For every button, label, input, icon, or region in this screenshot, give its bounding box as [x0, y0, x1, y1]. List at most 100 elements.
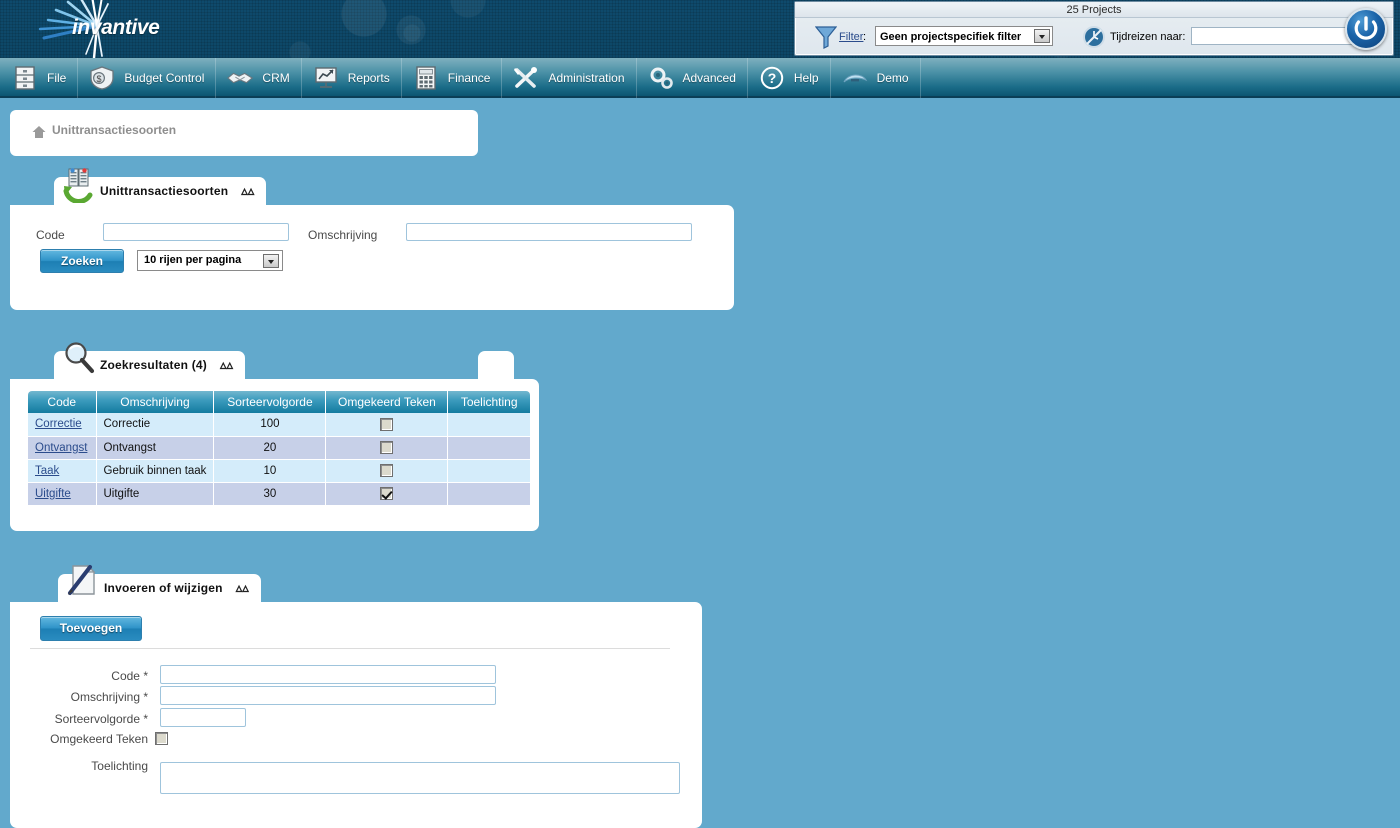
chevron-up-icon[interactable]: ▵▵	[220, 357, 233, 373]
cell-toelichting	[447, 413, 530, 437]
time-travel-clock-icon[interactable]	[1082, 25, 1106, 49]
project-filter-panel: 25 Projects Filter : Geen projectspecifi…	[794, 1, 1394, 56]
form-code-input[interactable]	[160, 665, 496, 684]
search-omschrijving-input[interactable]	[406, 223, 692, 241]
chevron-down-icon[interactable]	[1034, 29, 1050, 43]
presentation-chart-icon	[313, 65, 339, 91]
cabinet-icon	[12, 65, 38, 91]
form-toelichting-textarea[interactable]	[160, 762, 680, 794]
brand-logo[interactable]: invantive	[22, 0, 202, 58]
row-code-link[interactable]: Correctie	[35, 418, 82, 430]
cell-sorteervolgorde: 10	[213, 459, 327, 483]
svg-text:?: ?	[768, 70, 777, 86]
menu-item-help[interactable]: ? Help	[748, 58, 831, 98]
table-row: Correctie Correctie 100	[28, 413, 530, 437]
menu-item-label: CRM	[262, 71, 290, 85]
row-checkbox[interactable]	[380, 464, 394, 477]
menu-item-crm[interactable]: CRM	[216, 58, 302, 98]
search-panel-title: Unittransactiesoorten	[100, 184, 229, 198]
table-row: Ontvangst Ontvangst 20	[28, 436, 530, 460]
results-panel-tab[interactable]: Zoekresultaten (4) ▵▵	[54, 342, 246, 379]
timetravel-input[interactable]	[1191, 27, 1361, 45]
row-code-link[interactable]: Taak	[35, 465, 59, 477]
menu-item-label: Finance	[447, 71, 491, 85]
form-omschrijving-label: Omschrijving *	[70, 690, 148, 704]
breadcrumb-label[interactable]: Unittransactiesoorten	[52, 123, 176, 137]
project-count-title: 25 Projects	[795, 2, 1393, 18]
menu-item-budget-control[interactable]: $ Budget Control	[78, 58, 217, 98]
brand-name: invantive	[72, 16, 160, 39]
cell-omschrijving: Ontvangst	[96, 436, 215, 460]
funnel-icon	[815, 26, 837, 49]
top-banner: invantive 25 Projects Filter : Geen proj…	[0, 0, 1400, 58]
menu-item-demo[interactable]: Demo	[831, 58, 921, 98]
row-checkbox[interactable]	[380, 417, 394, 431]
form-omgekeerd-checkbox[interactable]	[155, 732, 168, 745]
document-pen-icon	[68, 564, 96, 595]
filter-colon: :	[863, 31, 867, 43]
power-icon	[1354, 16, 1378, 40]
tools-icon	[513, 65, 539, 91]
chevron-down-icon[interactable]	[263, 254, 279, 268]
power-button[interactable]	[1345, 8, 1387, 50]
cell-toelichting	[447, 482, 530, 506]
table-header-omgekeerd-teken[interactable]: Omgekeerd Teken	[325, 391, 449, 413]
menu-item-label: Advanced	[682, 71, 736, 85]
main-menu-bar: File $ Budget Control CRM Reports Finance Admi…	[0, 58, 1400, 98]
edit-panel-tab[interactable]: Invoeren of wijzigen ▵▵	[58, 564, 261, 602]
menu-item-administration[interactable]: Administration	[502, 58, 637, 98]
menu-item-advanced[interactable]: Advanced	[637, 58, 748, 98]
results-table: Code Omschrijving Sorteervolgorde Omgekeerd…	[28, 391, 530, 506]
svg-text:$: $	[97, 74, 102, 84]
home-icon[interactable]	[32, 125, 46, 139]
form-sorteervolgorde-input[interactable]	[160, 708, 246, 727]
menu-item-file[interactable]: File	[0, 58, 79, 98]
form-omgekeerd-label: Omgekeerd Teken	[50, 732, 148, 746]
row-code-link[interactable]: Ontvangst	[35, 442, 87, 454]
menu-item-reports[interactable]: Reports	[302, 58, 402, 98]
table-header-code[interactable]: Code	[28, 391, 97, 413]
search-button[interactable]: Zoeken	[40, 249, 124, 273]
search-omschrijving-label: Omschrijving	[308, 228, 378, 242]
menu-item-label: Reports	[347, 71, 390, 85]
results-panel-tab-secondary[interactable]	[478, 351, 514, 379]
results-panel-title: Zoekresultaten (4)	[100, 358, 207, 372]
cell-omschrijving: Correctie	[96, 413, 215, 437]
search-code-label: Code	[36, 228, 65, 242]
search-panel-tab[interactable]: Unittransactiesoorten ▵▵	[54, 168, 267, 205]
row-checkbox[interactable]	[380, 487, 394, 500]
search-code-input[interactable]	[103, 223, 289, 241]
add-button[interactable]: Toevoegen	[40, 616, 142, 641]
menu-item-finance[interactable]: Finance	[402, 58, 503, 98]
row-checkbox[interactable]	[380, 441, 394, 454]
form-omschrijving-input[interactable]	[160, 686, 496, 705]
chevron-up-icon[interactable]: ▵▵	[241, 183, 254, 199]
recycle-data-icon	[63, 168, 93, 203]
cell-toelichting	[447, 459, 530, 483]
menu-item-label: Budget Control	[124, 71, 205, 85]
search-panel-body: Code Omschrijving Zoeken 10 rijen per pa…	[10, 205, 734, 310]
chevron-up-icon[interactable]: ▵▵	[236, 580, 249, 596]
menu-item-label: Demo	[876, 71, 909, 85]
handshake-icon	[227, 65, 254, 91]
table-header-sorteervolgorde[interactable]: Sorteervolgorde	[213, 391, 327, 413]
table-header-toelichting[interactable]: Toelichting	[447, 391, 530, 413]
cell-sorteervolgorde: 30	[213, 482, 327, 506]
row-code-link[interactable]: Uitgifte	[35, 488, 71, 500]
cell-omgekeerd-teken	[325, 482, 449, 506]
gears-icon	[648, 65, 674, 91]
menu-item-label: Administration	[548, 71, 625, 85]
project-filter-select[interactable]: Geen projectspecifiek filter	[875, 26, 1053, 46]
cell-sorteervolgorde: 100	[213, 413, 327, 437]
form-divider	[30, 648, 670, 649]
cell-toelichting	[447, 436, 530, 460]
project-filter-value: Geen projectspecifiek filter	[880, 31, 1022, 43]
menu-item-label: File	[47, 71, 67, 85]
calculator-icon	[413, 65, 439, 91]
rows-per-page-select[interactable]: 10 rijen per pagina	[137, 250, 283, 271]
menu-item-label: Help	[793, 71, 819, 85]
breadcrumb: Unittransactiesoorten	[10, 110, 478, 156]
fan-icon	[842, 65, 868, 91]
filter-link[interactable]: Filter	[839, 31, 863, 43]
table-header-omschrijving[interactable]: Omschrijving	[96, 391, 215, 413]
